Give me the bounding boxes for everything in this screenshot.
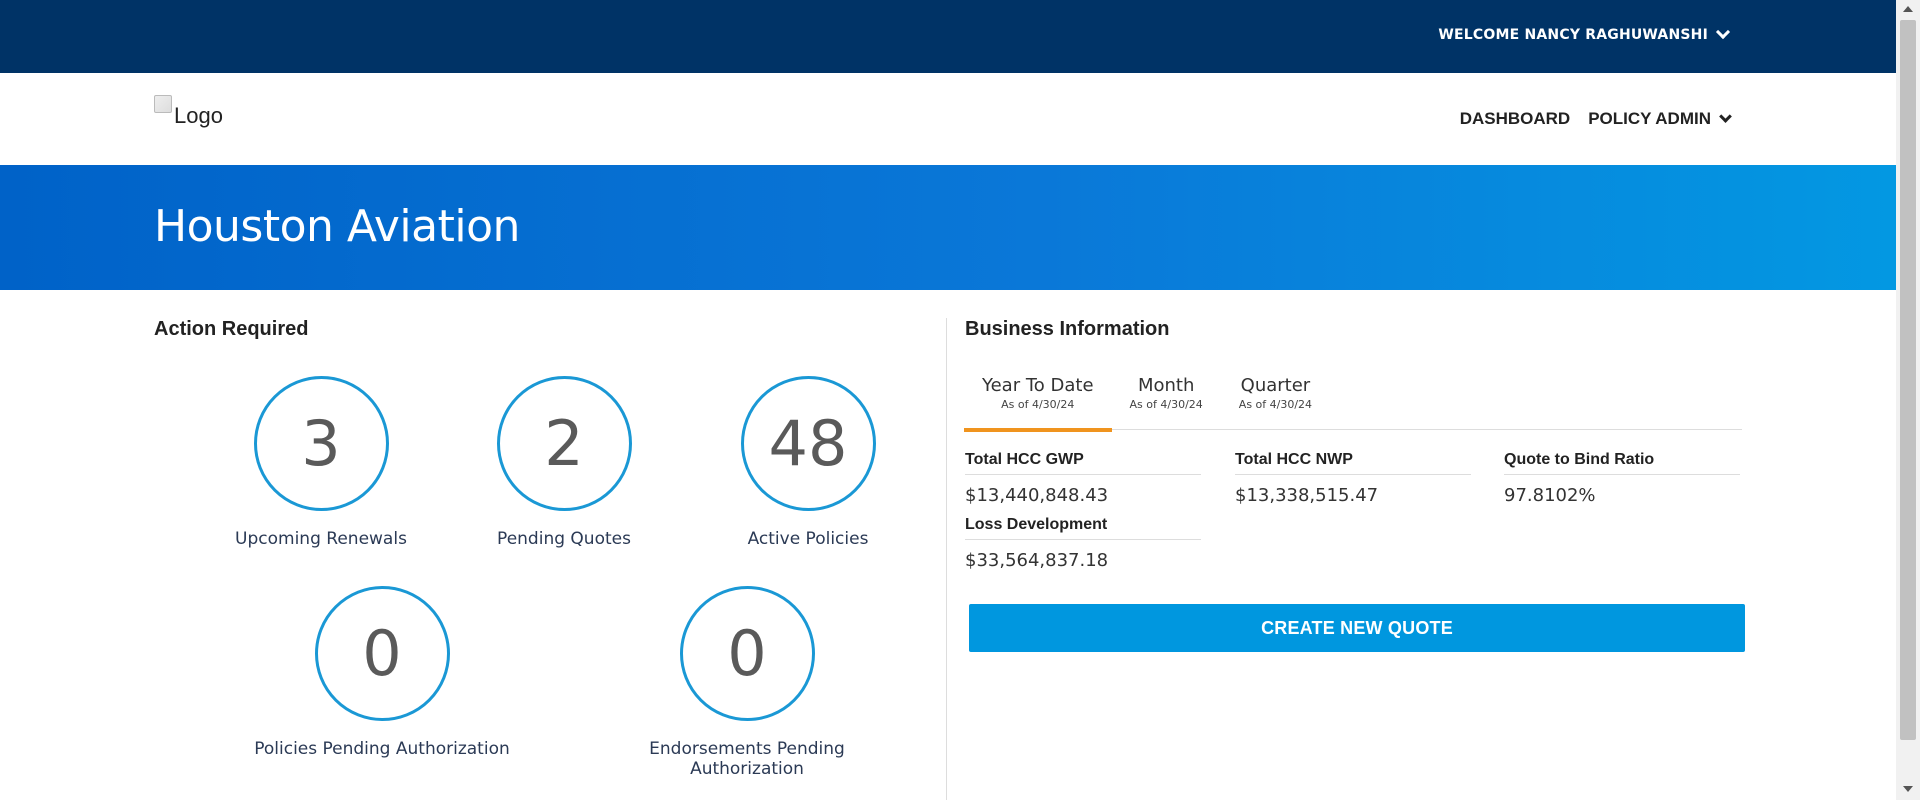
chevron-down-icon	[1715, 24, 1731, 40]
period-tabs: Year To Date As of 4/30/24 Month As of 4…	[964, 375, 1742, 432]
metric-total-hcc-nwp: Total HCC NWP $13,338,515.47	[1235, 451, 1471, 506]
nav-bar: Logo DASHBOARD POLICY ADMIN	[0, 73, 1896, 165]
stat-pending-quotes[interactable]: 2 Pending Quotes	[424, 376, 704, 549]
scroll-up-icon[interactable]	[1903, 6, 1913, 12]
stat-circle: 0	[679, 586, 815, 721]
metric-total-hcc-gwp: Total HCC GWP $13,440,848.43	[965, 451, 1201, 506]
stat-circle: 2	[496, 376, 632, 511]
tab-label: Year To Date	[982, 375, 1094, 396]
scrollbar[interactable]	[1896, 0, 1920, 800]
create-new-quote-button[interactable]: CREATE NEW QUOTE	[969, 604, 1745, 652]
hero-banner: Houston Aviation	[0, 165, 1896, 290]
metric-value: 97.8102%	[1504, 485, 1596, 506]
section-divider	[946, 318, 947, 800]
tab-sublabel: As of 4/30/24	[1001, 398, 1075, 411]
stat-label: Pending Quotes	[497, 529, 631, 549]
metric-label: Total HCC NWP	[1235, 451, 1471, 475]
nav-dashboard[interactable]: DASHBOARD	[1460, 109, 1571, 129]
stat-label: Endorsements Pending Authorization	[649, 739, 845, 779]
metric-value: $13,338,515.47	[1235, 485, 1379, 506]
metric-label: Total HCC GWP	[965, 451, 1201, 475]
tab-month[interactable]: Month As of 4/30/24	[1112, 375, 1221, 430]
stat-label: Active Policies	[747, 529, 869, 549]
tab-sublabel: As of 4/30/24	[1129, 398, 1203, 411]
tab-quarter[interactable]: Quarter As of 4/30/24	[1221, 375, 1330, 430]
top-bar: WELCOME NANCY RAGHUWANSHI	[0, 0, 1896, 73]
stat-circle: 0	[314, 586, 450, 721]
metric-label: Loss Development	[965, 516, 1201, 540]
logo[interactable]: Logo	[154, 95, 223, 129]
nav-policy-admin[interactable]: POLICY ADMIN	[1588, 109, 1732, 129]
nav-policy-admin-label: POLICY ADMIN	[1588, 109, 1711, 128]
action-required-title: Action Required	[154, 318, 309, 340]
stat-endorsements-pending-authorization[interactable]: 0 Endorsements Pending Authorization	[597, 586, 897, 779]
stat-label: Policies Pending Authorization	[254, 739, 510, 759]
tab-sublabel: As of 4/30/24	[1238, 398, 1313, 411]
stat-active-policies[interactable]: 48 Active Policies	[668, 376, 948, 549]
main-nav: DASHBOARD POLICY ADMIN	[1460, 109, 1732, 129]
nav-dashboard-label: DASHBOARD	[1459, 109, 1571, 128]
tab-year-to-date[interactable]: Year To Date As of 4/30/24	[964, 375, 1112, 432]
page-title: Houston Aviation	[154, 201, 520, 252]
tab-label: Month	[1137, 375, 1195, 396]
user-menu[interactable]: WELCOME NANCY RAGHUWANSHI	[1438, 24, 1731, 43]
stat-upcoming-renewals[interactable]: 3 Upcoming Renewals	[181, 376, 461, 549]
welcome-text: WELCOME NANCY RAGHUWANSHI	[1438, 27, 1708, 43]
logo-alt-text: Logo	[174, 103, 223, 128]
stat-circle: 3	[253, 376, 389, 511]
metric-value: $33,564,837.18	[965, 550, 1109, 571]
business-information-title: Business Information	[965, 318, 1170, 340]
metric-loss-development: Loss Development $33,564,837.18	[965, 516, 1201, 571]
scroll-down-icon[interactable]	[1903, 786, 1913, 792]
metric-label: Quote to Bind Ratio	[1504, 451, 1740, 475]
stat-policies-pending-authorization[interactable]: 0 Policies Pending Authorization	[242, 586, 522, 759]
chevron-down-icon	[1719, 110, 1732, 123]
metric-quote-to-bind-ratio: Quote to Bind Ratio 97.8102%	[1504, 451, 1740, 506]
stat-circle: 48	[740, 376, 876, 511]
scrollbar-thumb[interactable]	[1900, 20, 1916, 740]
stat-label: Upcoming Renewals	[235, 529, 407, 549]
tab-label: Quarter	[1240, 375, 1311, 396]
broken-image-icon	[154, 95, 172, 113]
metric-value: $13,440,848.43	[965, 485, 1109, 506]
